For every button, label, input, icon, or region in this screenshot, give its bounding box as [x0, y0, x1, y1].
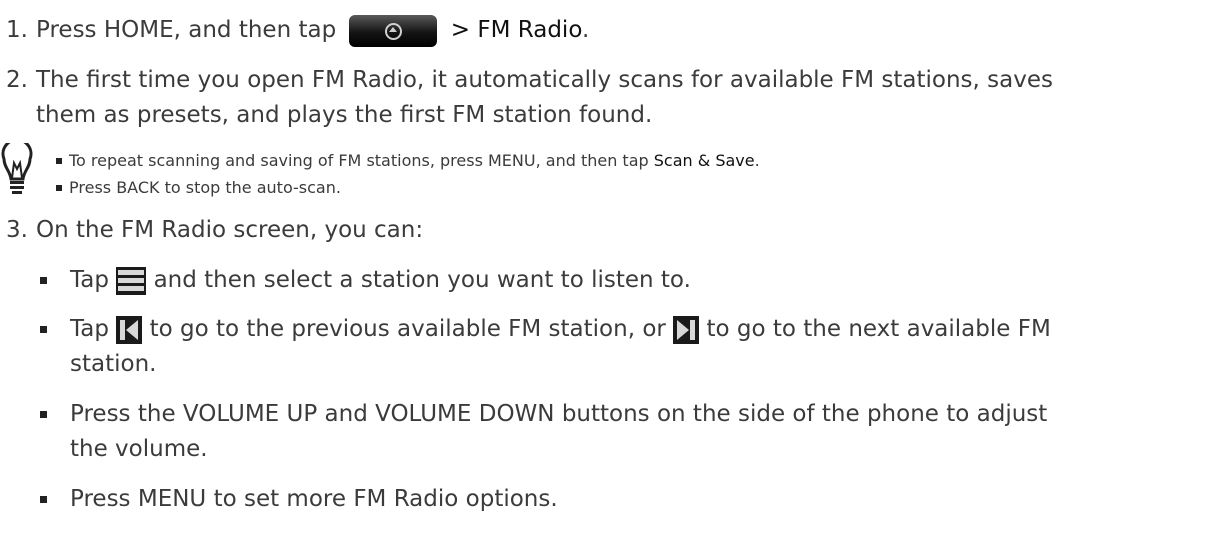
tip-1-before: To repeat scanning and saving of FM stat… [69, 151, 649, 170]
step-3-bullet-1-rest: and then select a station you want to li… [153, 267, 691, 293]
tip-1-text: To repeat scanning and saving of FM stat… [69, 149, 760, 173]
station-list-icon [116, 266, 147, 295]
step-1-text-before: Press HOME, and then tap [36, 17, 337, 43]
step-3-bullet-2-marker [40, 326, 47, 333]
step-2-line-1: The first time you open FM Radio, it aut… [36, 67, 1053, 93]
launcher-button-icon [349, 14, 438, 47]
step-3-number: 3. [6, 217, 28, 243]
step-3-bullet-2-tap: Tap [70, 316, 109, 342]
previous-station-icon [116, 315, 143, 344]
step-3-intro: On the FM Radio screen, you can: [36, 217, 424, 243]
step-3-bullet-3-line-1: Press the VOLUME UP and VOLUME DOWN butt… [70, 401, 1048, 427]
step-1-number: 1. [6, 17, 28, 43]
step-3-bullet-1-tap: Tap [70, 267, 109, 293]
step-3-bullet-2-after: to go to the next available FM [706, 316, 1051, 342]
step-3-bullet-4: Press MENU to set more FM Radio options. [70, 486, 558, 512]
tip-2-text: Press BACK to stop the auto-scan. [69, 178, 341, 197]
step-3-bullet-1-marker [40, 277, 47, 284]
step-2-line-2: them as presets, and plays the first FM … [36, 102, 653, 128]
step-2-number: 2. [6, 67, 28, 93]
next-station-icon [673, 315, 700, 344]
step-3-bullet-2-line-2: station. [70, 351, 157, 377]
step-3-bullet-3-line-2: the volume. [70, 436, 208, 462]
step-1-text-after: > FM Radio [450, 17, 582, 43]
step-3-bullet-1: Tap and then select a station you want t… [70, 264, 691, 296]
step-3-bullet-4-marker [40, 496, 47, 503]
tip-1-after: . [754, 151, 760, 170]
lightbulb-icon [1, 143, 33, 194]
step-1-period: . [582, 17, 590, 43]
tip-1-bold: Scan & Save [653, 151, 755, 170]
step-3-bullet-2-line-1: Tap to go to the previous available FM s… [70, 313, 1051, 345]
step-3-bullet-2-mid: to go to the previous available FM stati… [149, 316, 666, 342]
step-1-text: Press HOME, and then tap > FM Radio. [36, 14, 589, 47]
tip-1-bullet [56, 158, 62, 164]
step-3-bullet-3-marker [40, 411, 47, 418]
tip-2-bullet [56, 185, 62, 191]
